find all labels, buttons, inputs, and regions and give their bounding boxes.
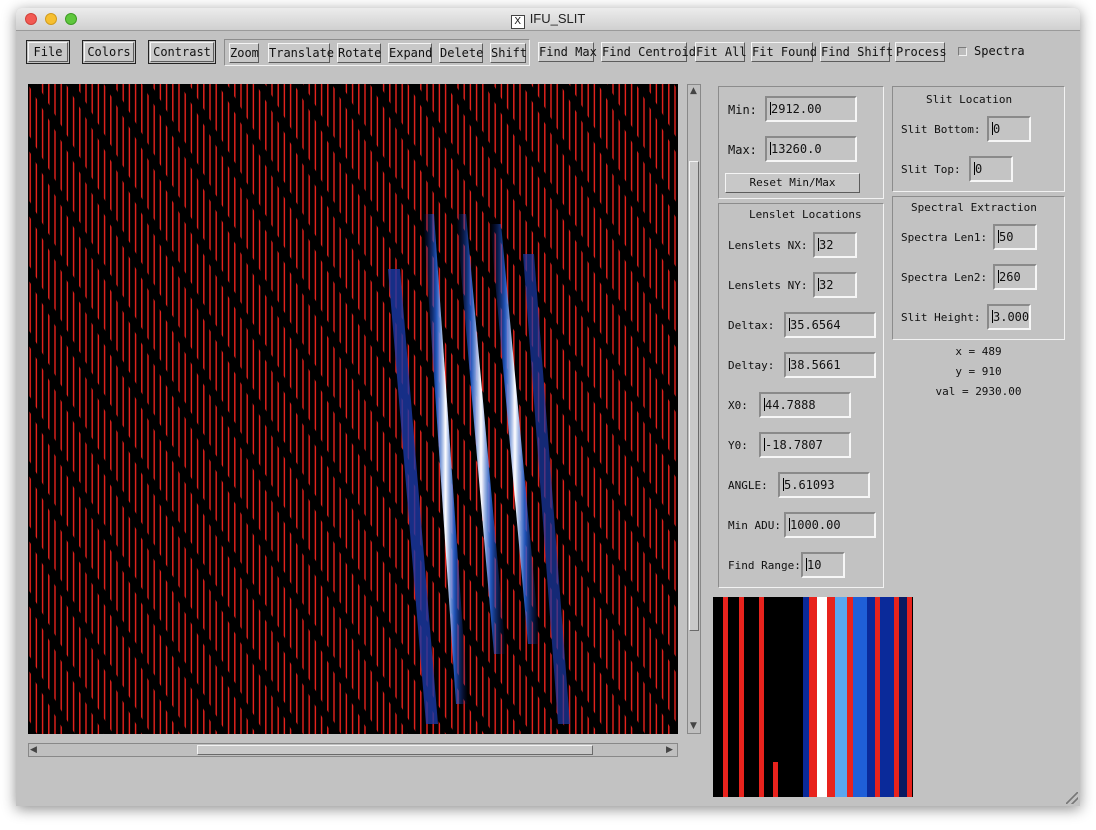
zoom-spectrum-dark <box>867 597 875 797</box>
slit-height-input[interactable]: 3.000 <box>987 304 1031 330</box>
zoom-spectrum-dark <box>880 597 894 797</box>
slit-height-label: Slit Height: <box>901 311 981 324</box>
ifu-slit-window: X IFU_SLIT File Colors Contrast Zoom Tran… <box>16 8 1080 806</box>
vertical-scroll-thumb[interactable] <box>689 161 699 631</box>
zoom-stripe <box>847 597 853 797</box>
max-label: Max: <box>728 143 757 157</box>
scroll-right-arrow-icon[interactable]: ▶ <box>666 745 673 755</box>
zoom-stripe <box>739 597 744 797</box>
min-adu-label: Min ADU: <box>728 519 781 532</box>
rotate-button[interactable]: Rotate <box>337 43 381 63</box>
colors-button[interactable]: Colors <box>82 40 136 64</box>
spectral-extraction-title: Spectral Extraction <box>911 201 1037 214</box>
lenslet-locations-title: Lenslet Locations <box>749 208 862 221</box>
lenslets-ny-input[interactable]: 32 <box>813 272 857 298</box>
window-title: X IFU_SLIT <box>16 11 1080 29</box>
lenslets-nx-input[interactable]: 32 <box>813 232 857 258</box>
file-menu-button[interactable]: File <box>26 40 70 64</box>
image-display-canvas[interactable] <box>28 84 678 734</box>
find-centroid-button[interactable]: Find Centroid <box>601 42 696 62</box>
cursor-y-readout: y = 910 <box>955 365 1002 378</box>
fit-found-button[interactable]: Fit Found <box>751 42 817 62</box>
zoom-stripe <box>827 597 835 797</box>
zoom-stripe <box>723 597 728 797</box>
find-shift-button[interactable]: Find Shift <box>820 42 893 62</box>
fit-all-button[interactable]: Fit All <box>695 42 747 62</box>
deltax-input[interactable]: 35.6564 <box>784 312 876 338</box>
expand-button[interactable]: Expand <box>388 43 432 63</box>
zoom-stripe <box>809 597 817 797</box>
reset-min-max-button[interactable]: Reset Min/Max <box>725 173 860 193</box>
zoom-spectrum-core <box>817 597 827 797</box>
cursor-value-readout: val = 2930.00 <box>935 385 1022 398</box>
lenslets-ny-label: Lenslets NY: <box>728 279 808 292</box>
lenslets-nx-label: Lenslets NX: <box>728 239 808 252</box>
delete-button[interactable]: Delete <box>439 43 483 63</box>
zoom-spectrum-blue <box>853 597 867 797</box>
x11-app-icon: X <box>510 15 525 29</box>
zoom-preview-svg <box>713 597 913 797</box>
max-input[interactable]: 13260.0 <box>765 136 857 162</box>
min-adu-input[interactable]: 1000.00 <box>784 512 876 538</box>
slit-location-title: Slit Location <box>926 93 1013 106</box>
y0-label: Y0: <box>728 439 748 452</box>
y0-input[interactable]: -18.7807 <box>759 432 851 458</box>
find-max-button[interactable]: Find Max <box>538 42 597 62</box>
translate-button[interactable]: Translate <box>268 43 334 63</box>
spectra-len1-input[interactable]: 50 <box>993 224 1037 250</box>
min-label: Min: <box>728 103 757 117</box>
ifu-image-svg <box>28 84 678 734</box>
contrast-button[interactable]: Contrast <box>148 40 216 64</box>
zoom-spectrum-dark <box>899 597 907 797</box>
resize-grip-icon[interactable] <box>1066 792 1078 804</box>
angle-input[interactable]: 5.61093 <box>778 472 870 498</box>
deltax-label: Deltax: <box>728 319 775 332</box>
scroll-up-arrow-icon[interactable]: ▲ <box>690 86 697 96</box>
slit-top-input[interactable]: 0 <box>969 156 1013 182</box>
deltay-label: Deltay: <box>728 359 775 372</box>
zoom-stripe <box>894 597 899 797</box>
spectra-checkbox[interactable] <box>958 47 967 56</box>
angle-label: ANGLE: <box>728 479 768 492</box>
find-range-input[interactable]: 10 <box>801 552 845 578</box>
horizontal-scroll-thumb[interactable] <box>197 745 593 755</box>
zoom-preview-canvas[interactable] <box>713 597 913 797</box>
slit-bottom-input[interactable]: 0 <box>987 116 1031 142</box>
spectra-checkbox-label: Spectra <box>974 44 1025 58</box>
cursor-x-readout: x = 489 <box>955 345 1002 358</box>
shift-button[interactable]: Shift <box>490 43 527 63</box>
zoom-stripe <box>907 597 912 797</box>
min-input[interactable]: 2912.00 <box>765 96 857 122</box>
process-button[interactable]: Process <box>895 42 947 62</box>
x0-label: X0: <box>728 399 748 412</box>
zoom-stripe <box>759 597 764 797</box>
zoom-button[interactable]: Zoom <box>229 43 259 63</box>
zoom-stripe-short <box>773 762 778 797</box>
zoom-stripe <box>875 597 880 797</box>
spectra-len1-label: Spectra Len1: <box>901 231 988 244</box>
zoom-spectrum-glow <box>835 597 847 797</box>
x0-input[interactable]: 44.7888 <box>759 392 851 418</box>
image-vertical-scrollbar[interactable]: ▲ ▼ <box>687 84 701 734</box>
slit-bottom-label: Slit Bottom: <box>901 123 981 136</box>
scroll-down-arrow-icon[interactable]: ▼ <box>690 721 697 731</box>
find-range-label: Find Range: <box>728 559 801 572</box>
image-horizontal-scrollbar[interactable]: ◀ ▶ <box>28 743 678 757</box>
deltay-input[interactable]: 38.5661 <box>784 352 876 378</box>
title-bar: X IFU_SLIT <box>16 8 1080 31</box>
spectra-len2-input[interactable]: 260 <box>993 264 1037 290</box>
spectra-len2-label: Spectra Len2: <box>901 271 988 284</box>
scroll-left-arrow-icon[interactable]: ◀ <box>30 745 37 755</box>
slit-top-label: Slit Top: <box>901 163 961 176</box>
